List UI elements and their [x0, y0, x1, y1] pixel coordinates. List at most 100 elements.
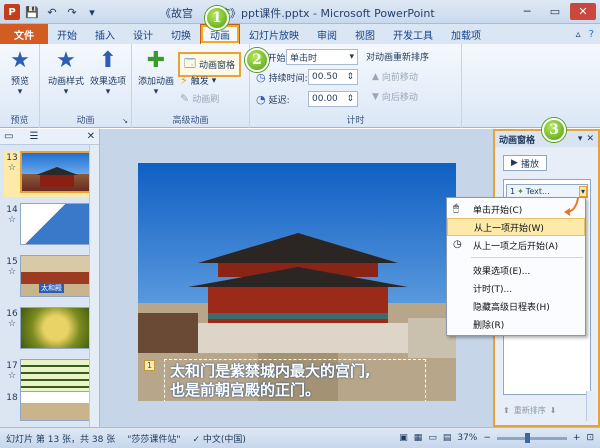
menu-item-after-previous[interactable]: ◷ 从上一项之后开始(A) [447, 236, 585, 254]
slide-sorter-icon[interactable]: ▦ [414, 433, 423, 443]
outline-tab-icon[interactable]: ☰ [29, 131, 38, 142]
menu-item-effect-options[interactable]: 效果选项(E)... [447, 261, 585, 279]
start-select[interactable]: 单击时 ▾ [286, 49, 358, 65]
title-part-2: 院》ppt课件.pptx - Microsoft PowerPoint [219, 7, 435, 20]
undo-icon[interactable]: ↶ [44, 4, 60, 20]
maximize-button[interactable]: ▭ [542, 3, 568, 20]
reorder-controls: ⬆ 重新排序 ⬇ [503, 406, 557, 415]
tab-view[interactable]: 视图 [346, 24, 384, 44]
close-pane-icon[interactable]: ✕ [586, 134, 594, 144]
preview-button[interactable]: ★ 预览 ▾ [4, 48, 36, 97]
slide-editing-area: 1 太和门是紫禁城内最大的宫门, 也是前朝宫殿的正门。 [100, 129, 493, 427]
tab-home[interactable]: 开始 [48, 24, 86, 44]
star-play-icon: ★ [10, 48, 30, 73]
help-icon[interactable]: ? [589, 29, 594, 40]
tab-slideshow[interactable]: 幻灯片放映 [240, 24, 308, 44]
spellcheck-icon: ✓ [192, 434, 201, 445]
minimize-button[interactable]: ─ [514, 3, 540, 20]
effect-options-button[interactable]: ⬆ 效果选项 ▾ [88, 48, 128, 97]
save-icon[interactable]: 💾 [24, 4, 40, 20]
duration-stepper[interactable]: 00.50 ⇕ [308, 69, 358, 85]
fit-window-icon[interactable]: ⊡ [586, 433, 594, 443]
slideshow-icon[interactable]: ▤ [443, 433, 452, 443]
delay-stepper[interactable]: 00.00 ⇕ [308, 91, 358, 107]
tab-review[interactable]: 审阅 [308, 24, 346, 44]
clock-icon: ◷ [256, 71, 266, 84]
menu-item-with-previous[interactable]: 从上一项开始(W) [447, 218, 585, 236]
close-button[interactable]: ✕ [570, 3, 596, 20]
window-title: 《故宫 院》ppt课件.pptx - Microsoft PowerPoint [160, 5, 435, 21]
up-arrow-icon: ⬆ [98, 48, 118, 73]
zoom-slider[interactable] [496, 432, 567, 443]
pane-options-icon[interactable]: ▾ [578, 134, 583, 144]
slide-thumb-14[interactable]: 14 ☆ [4, 203, 96, 249]
ribbon-tabs: 文件 开始 插入 设计 切换 动画 幻灯片放映 审阅 视图 开发工具 加载项 ▵… [0, 24, 600, 44]
trigger-button[interactable]: ⚡ 触发 ▾ [180, 74, 216, 87]
clock-icon: ◷ [453, 239, 462, 250]
menu-item-hide-timeline[interactable]: 隐藏高级日程表(H) [447, 297, 585, 315]
reading-view-icon[interactable]: ▭ [428, 433, 437, 443]
move-earlier-button[interactable]: ▲ 向前移动 [372, 70, 418, 84]
menu-item-timing[interactable]: 计时(T)... [447, 279, 585, 297]
slide-thumb-15[interactable]: 15 ☆ 太和殿 [4, 255, 96, 301]
tab-file[interactable]: 文件 [0, 24, 48, 44]
add-animation-button[interactable]: ✚ 添加动画 ▾ [136, 48, 176, 97]
normal-view-icon[interactable]: ▣ [399, 433, 408, 443]
stepper-icon: ⇕ [346, 94, 354, 104]
ribbon: ★ 预览 ▾ 预览 ★ 动画样式 ▾ ⬆ 效果选项 ▾ 动画 ↘ ✚ 添加动画 ▾ 🗔 … [0, 44, 600, 128]
title-part-1: 《故宫 [160, 7, 193, 20]
delay-label: ◔ 延迟: [256, 93, 290, 106]
thumbnail-scrollbar[interactable] [89, 145, 99, 427]
title-bar: P 💾 ↶ ↷ ▾ 《故宫 院》ppt课件.pptx - Microsoft Po… [0, 0, 600, 24]
redo-icon[interactable]: ↷ [64, 4, 80, 20]
zoom-level[interactable]: 37% [457, 433, 477, 443]
move-down-icon[interactable]: ⬇ [550, 406, 557, 415]
language[interactable]: ✓ 中文(中国) [193, 432, 246, 445]
slide-thumb-13[interactable]: 13 ☆ [4, 151, 96, 197]
slide-caption-textbox[interactable]: 太和门是紫禁城内最大的宫门, 也是前朝宫殿的正门。 [164, 359, 426, 401]
window-controls: ─ ▭ ✕ [514, 3, 596, 20]
stepper-icon: ⇕ [346, 72, 354, 82]
slide-count: 幻灯片 第 13 张，共 38 张 [6, 434, 116, 445]
pane-scroll-icon[interactable] [586, 391, 596, 421]
quick-access-toolbar: P 💾 ↶ ↷ ▾ [4, 4, 100, 20]
tab-addins[interactable]: 加载项 [442, 24, 490, 44]
step-badge-2: 2 [245, 48, 269, 72]
mouse-icon: 🖱 [453, 203, 459, 214]
group-advanced-animation: ✚ 添加动画 ▾ 🗔 动画窗格 ⚡ 触发 ▾ ✎ 动画刷 高级动画 [132, 44, 250, 128]
animation-styles-button[interactable]: ★ 动画样式 ▾ [46, 48, 86, 97]
zoom-in-icon[interactable]: + [573, 433, 581, 443]
move-later-button[interactable]: ▼ 向后移动 [372, 90, 418, 104]
move-up-icon[interactable]: ⬆ [503, 406, 510, 415]
brush-icon: ✎ [180, 92, 190, 105]
slide-thumb-18[interactable]: 18 [4, 391, 96, 421]
chevron-down-icon: ▾ [349, 52, 354, 62]
slides-tab-icon[interactable]: ▭ [4, 131, 13, 142]
tab-insert[interactable]: 插入 [86, 24, 124, 44]
group-animation: ★ 动画样式 ▾ ⬆ 效果选项 ▾ 动画 ↘ [40, 44, 132, 128]
step-badge-3: 3 [542, 118, 566, 142]
pointer-arrow-icon [564, 197, 579, 216]
tab-transitions[interactable]: 切换 [162, 24, 200, 44]
animation-pane-title: 动画窗格 [499, 135, 536, 146]
play-button[interactable]: ▶ 播放 [503, 155, 547, 171]
tab-developer[interactable]: 开发工具 [384, 24, 442, 44]
animation-painter-button[interactable]: ✎ 动画刷 [180, 92, 219, 105]
slide-thumb-16[interactable]: 16 ☆ [4, 307, 96, 353]
item-dropdown-icon[interactable]: ▾ [578, 185, 587, 197]
collapse-ribbon-icon[interactable]: ▵ [576, 29, 581, 40]
zoom-out-icon[interactable]: − [483, 433, 491, 443]
thumb-image: 太和殿 [20, 255, 92, 297]
menu-item-remove[interactable]: 删除(R) [447, 315, 585, 333]
thumb-image [20, 151, 92, 193]
group-timing: ▶ 开始: 单击时▾ ◷ 持续时间: 00.50⇕ ◔ 延迟: 00.00⇕ 对… [250, 44, 462, 128]
close-pane-icon[interactable]: ✕ [87, 131, 95, 142]
group-preview: ★ 预览 ▾ 预览 [0, 44, 40, 128]
powerpoint-logo-icon: P [4, 4, 20, 20]
status-bar: 幻灯片 第 13 张，共 38 张 "莎莎课件站" ✓ 中文(中国) ▣ ▦ ▭… [0, 427, 600, 448]
reorder-label: 对动画重新排序 [366, 53, 430, 63]
animation-order-tag[interactable]: 1 [144, 360, 156, 371]
customize-qat-icon[interactable]: ▾ [84, 4, 100, 20]
dialog-launcher-icon[interactable]: ↘ [122, 117, 128, 125]
tab-design[interactable]: 设计 [124, 24, 162, 44]
